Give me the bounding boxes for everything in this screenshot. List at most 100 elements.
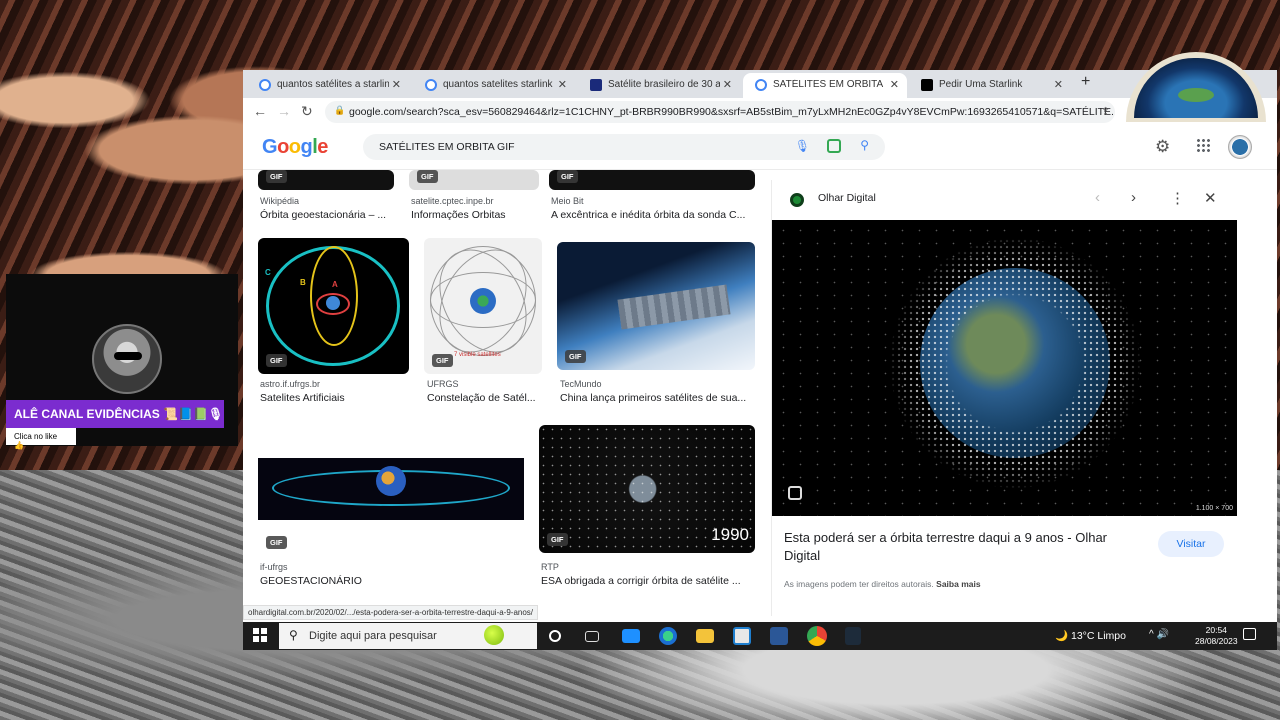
microphone-icon[interactable]: 🎙 (795, 139, 810, 153)
preview-image[interactable]: 1.100 × 700 (772, 220, 1237, 516)
lock-icon: 🔒 (334, 105, 346, 115)
olhar-digital-favicon-icon (790, 193, 804, 207)
tray-icons[interactable]: ^ 🔊 (1149, 629, 1169, 640)
image-preview-panel: Olhar Digital ‹ › ⋮ ✕ 1.100 × 700 Esta p… (771, 180, 1237, 616)
result-title[interactable]: Satelites Artificiais (260, 392, 411, 404)
apps-grid-icon[interactable] (1196, 138, 1210, 152)
gear-icon[interactable]: ⚙ (1155, 137, 1170, 157)
google-search-input[interactable]: SATÉLITES EM ORBITA GIF 🎙 ⚲ (363, 134, 885, 160)
google-lens-icon[interactable] (827, 139, 841, 153)
result-title[interactable]: China lança primeiros satélites de sua..… (560, 392, 756, 404)
result-image[interactable]: GIF (549, 170, 755, 190)
tab-title: SATÉLITES EM ORBITA GIF - (773, 79, 885, 90)
tab-4-active[interactable]: SATÉLITES EM ORBITA GIF - ✕ (743, 73, 907, 98)
news-favicon-icon (590, 79, 602, 91)
weather-widget[interactable]: 🌙 13°C Limpo (1055, 629, 1126, 642)
result-source[interactable]: if-ufrgs (260, 562, 288, 572)
store-icon[interactable] (733, 627, 751, 645)
reload-icon[interactable]: ↻ (301, 103, 313, 120)
result-title[interactable]: ESA obrigada a corrigir órbita de satéli… (541, 575, 757, 587)
taskbar-search-placeholder: Digite aqui para pesquisar (309, 630, 437, 642)
tab-2[interactable]: quantos satelites starlink ja f ✕ (413, 73, 575, 98)
x-favicon-icon (921, 79, 933, 91)
app-icon[interactable] (845, 627, 861, 645)
visit-button[interactable]: Visitar (1158, 531, 1224, 557)
more-vert-icon[interactable]: ⋮ (1170, 189, 1185, 207)
result-source[interactable]: astro.if.ufrgs.br (260, 379, 320, 389)
result-image-geostationary[interactable]: GIF (258, 422, 524, 556)
browser-toolbar: ← → ↻ 🔒 google.com/search?sca_esv=560829… (243, 98, 1277, 126)
tab-3[interactable]: Satélite brasileiro de 30 anos ✕ (578, 73, 740, 98)
result-source[interactable]: RTP (541, 562, 559, 572)
result-title[interactable]: Órbita geoestacionária – ... (260, 209, 396, 221)
google-favicon-icon (755, 79, 767, 91)
copyright-notice: As imagens podem ter direitos autorais. … (784, 579, 981, 589)
result-source[interactable]: satelite.cptec.inpe.br (411, 196, 494, 206)
new-tab-plus-icon[interactable]: + (1081, 73, 1090, 91)
panel-source[interactable]: Olhar Digital (818, 192, 876, 204)
back-arrow-icon[interactable]: ← (253, 103, 267, 119)
emoji-icons: 📜📘📗🎙 (163, 407, 224, 421)
result-image-satellite[interactable]: GIF (557, 242, 755, 370)
tab-5[interactable]: Pedir Uma Starlink ✕ (909, 73, 1071, 98)
result-title[interactable]: GEOESTACIONÁRIO (260, 575, 526, 587)
cortana-icon[interactable] (549, 630, 561, 642)
edge-icon[interactable] (659, 627, 677, 645)
close-icon[interactable]: ✕ (890, 78, 899, 91)
close-icon[interactable]: ✕ (1204, 189, 1217, 207)
close-icon[interactable]: ✕ (392, 78, 401, 91)
forward-arrow-icon[interactable]: → (277, 103, 291, 119)
like-tag: Clica no like 👍 (6, 428, 76, 450)
result-image-gps[interactable]: 7 visible satellites GIF (424, 238, 542, 374)
close-icon[interactable]: ✕ (723, 78, 732, 91)
google-lens-icon[interactable] (788, 486, 802, 500)
google-images-page: Google SATÉLITES EM ORBITA GIF 🎙 ⚲ ⚙ GIF… (243, 126, 1277, 622)
search-icon[interactable]: ⚲ (860, 138, 869, 152)
google-logo[interactable]: Google (262, 136, 328, 159)
account-avatar[interactable] (1228, 135, 1252, 159)
result-title[interactable]: Constelação de Satél... (427, 392, 543, 404)
tab-title: quantos satelites starlink ja f (443, 79, 555, 90)
chevron-left-icon[interactable]: ‹ (1095, 189, 1100, 206)
result-image-orbits[interactable]: C B A GIF (258, 238, 409, 374)
result-image-debris-1990[interactable]: 1990 GIF (539, 425, 755, 553)
learn-more-link[interactable]: Saiba mais (936, 579, 980, 589)
chevron-right-icon[interactable]: › (1131, 189, 1136, 206)
result-image[interactable]: GIF (258, 170, 394, 190)
search-icon: ⚲ (289, 628, 298, 642)
chrome-icon[interactable] (807, 626, 827, 646)
result-source[interactable]: UFRGS (427, 379, 459, 389)
folder-icon[interactable] (696, 629, 714, 643)
mail-icon[interactable] (622, 629, 640, 643)
channel-banner: ALÊ CANAL EVIDÊNCIAS 📜📘📗🎙 (6, 400, 224, 428)
notifications-icon[interactable] (1243, 628, 1256, 640)
tab-1[interactable]: quantos satélites a starlink v ✕ (247, 73, 409, 98)
debris-cloud (890, 238, 1140, 488)
close-icon[interactable]: ✕ (1054, 78, 1063, 91)
browser-window: quantos satélites a starlink v ✕ quantos… (243, 70, 1277, 622)
channel-name: ALÊ CANAL EVIDÊNCIAS (14, 407, 160, 421)
result-title[interactable]: Informações Orbitas (411, 209, 541, 221)
result-source[interactable]: TecMundo (560, 379, 602, 389)
image-dimensions: 1.100 × 700 (1195, 505, 1233, 512)
result-image[interactable]: GIF (409, 170, 539, 190)
windows-taskbar: ⚲ Digite aqui para pesquisar 🌙 13°C Limp… (243, 622, 1277, 650)
result-source[interactable]: Wikipédia (260, 196, 299, 206)
close-icon[interactable]: ✕ (558, 78, 567, 91)
google-header: Google SATÉLITES EM ORBITA GIF 🎙 ⚲ ⚙ (243, 126, 1277, 170)
tab-strip: quantos satélites a starlink v ✕ quantos… (243, 70, 1277, 98)
windows-start-icon[interactable] (253, 628, 267, 642)
result-title[interactable]: A excêntrica e inédita órbita da sonda C… (551, 209, 757, 221)
address-bar[interactable]: 🔒 google.com/search?sca_esv=560829464&rl… (325, 101, 1115, 123)
panel-title[interactable]: Esta poderá ser a órbita terrestre daqui… (784, 529, 1144, 565)
search-query: SATÉLITES EM ORBITA GIF (379, 141, 515, 153)
streamer-avatar (92, 324, 162, 394)
result-source[interactable]: Meio Bit (551, 196, 584, 206)
word-icon[interactable] (770, 627, 788, 645)
task-view-icon[interactable] (585, 631, 599, 642)
url-text: google.com/search?sca_esv=560829464&rlz=… (349, 106, 1115, 118)
status-bar-url: olhardigital.com.br/2020/02/.../esta-pod… (243, 605, 539, 620)
share-icon[interactable]: ⇪ (1101, 105, 1110, 118)
tennis-ball-icon (484, 625, 504, 645)
clock[interactable]: 20:54 28/08/2023 (1195, 625, 1238, 647)
